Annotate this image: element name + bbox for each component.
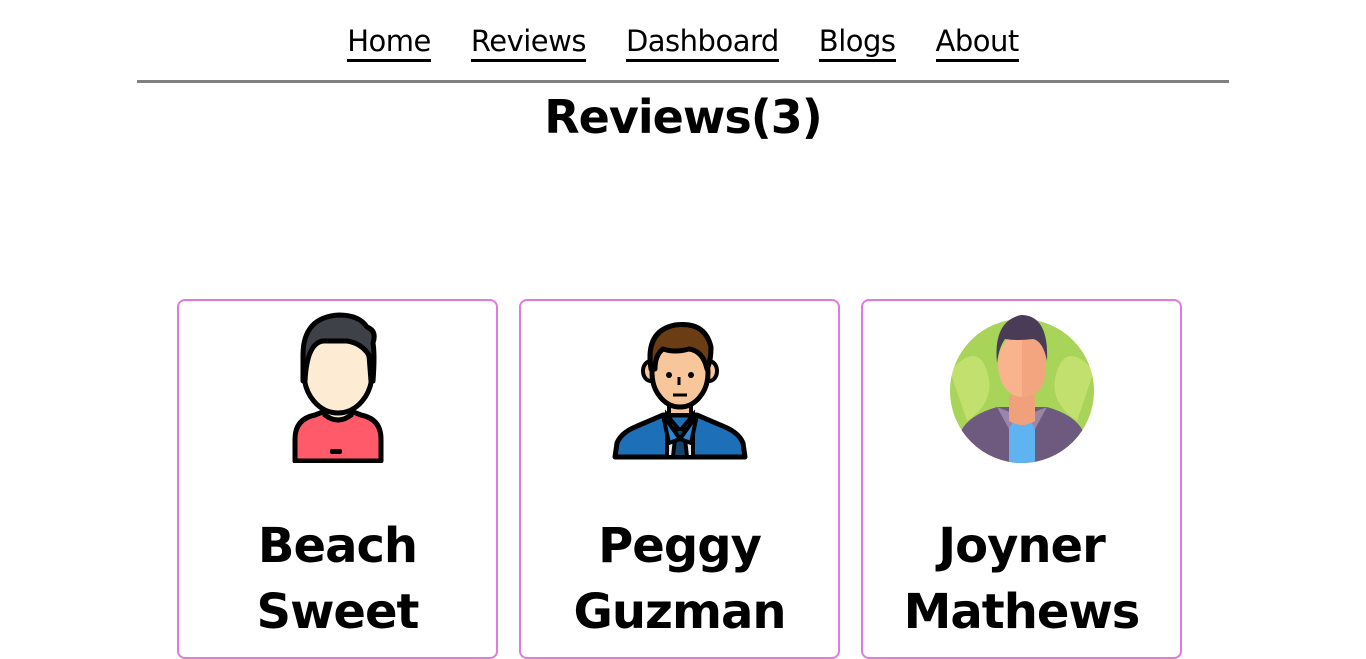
reviewer-first-name: Beach bbox=[257, 518, 418, 574]
businessman-blue-suit-avatar-icon bbox=[612, 321, 747, 460]
reviewer-first-name: Peggy bbox=[598, 518, 762, 574]
review-card: Peggy Guzman bbox=[519, 299, 840, 659]
man-circle-green-background-avatar-icon bbox=[949, 315, 1094, 463]
nav-link-dashboard[interactable]: Dashboard bbox=[625, 24, 779, 62]
review-card: Joyner Mathews bbox=[861, 299, 1182, 659]
review-card: Beach Sweet bbox=[177, 299, 498, 659]
reviewer-first-name: Joyner bbox=[938, 518, 1106, 574]
reviewer-name: Joyner Mathews bbox=[863, 513, 1180, 645]
reviewer-last-name: Mathews bbox=[903, 584, 1141, 640]
nav-link-home[interactable]: Home bbox=[347, 24, 431, 62]
nav-link-blogs[interactable]: Blogs bbox=[818, 24, 896, 62]
reviewer-last-name: Sweet bbox=[256, 584, 420, 640]
man-red-shirt-avatar-icon bbox=[292, 312, 383, 463]
page-title: Reviews(3) bbox=[544, 90, 823, 144]
reviewer-name: Peggy Guzman bbox=[521, 513, 838, 645]
nav-link-reviews[interactable]: Reviews bbox=[470, 24, 586, 62]
nav-link-about[interactable]: About bbox=[935, 24, 1019, 62]
top-navigation: Home Reviews Dashboard Blogs About bbox=[137, 0, 1229, 83]
reviewer-name: Beach Sweet bbox=[179, 513, 496, 645]
review-cards: Beach Sweet Peggy Guzman Joyner Mathews bbox=[177, 299, 1182, 659]
reviewer-last-name: Guzman bbox=[573, 584, 786, 640]
